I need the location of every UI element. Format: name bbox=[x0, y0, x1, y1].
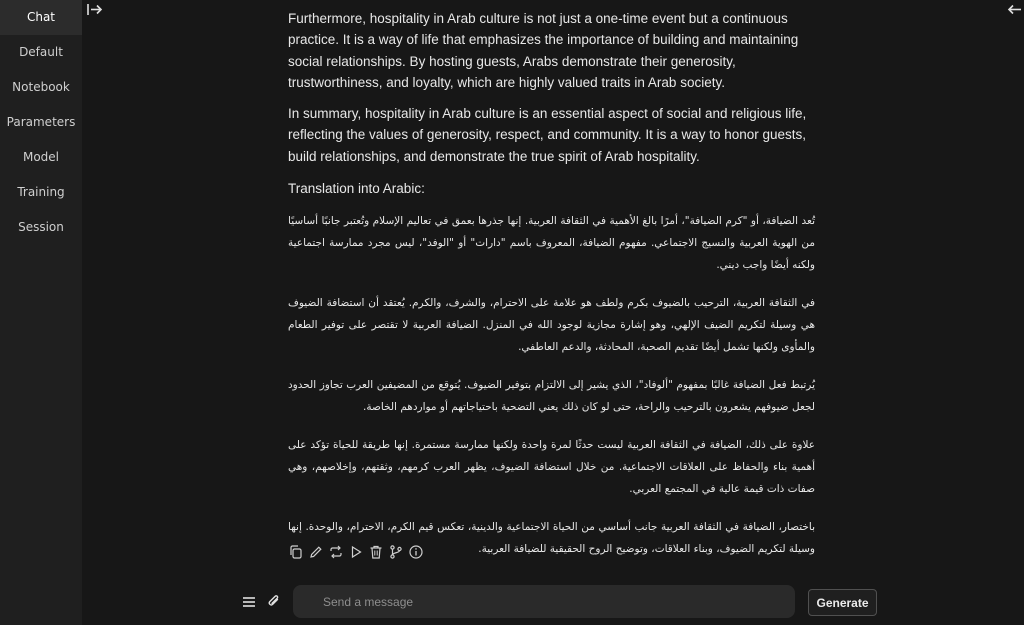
arabic-paragraph: في الثقافة العربية، الترحيب بالضيوف بكرم… bbox=[288, 297, 815, 354]
tab-notebook[interactable]: Notebook bbox=[0, 70, 82, 105]
edit-icon[interactable] bbox=[308, 544, 324, 560]
copy-icon[interactable] bbox=[288, 544, 304, 560]
tab-parameters[interactable]: Parameters bbox=[0, 105, 82, 140]
delete-icon[interactable] bbox=[368, 544, 384, 560]
tab-default[interactable]: Default bbox=[0, 35, 82, 70]
message-input[interactable] bbox=[293, 585, 795, 618]
translation-label: Translation into Arabic: bbox=[288, 181, 425, 197]
tab-session[interactable]: Session bbox=[0, 210, 82, 245]
tab-model[interactable]: Model bbox=[0, 140, 82, 175]
continue-icon[interactable] bbox=[348, 544, 364, 560]
arabic-paragraph: علاوة على ذلك، الضيافة في الثقافة العربي… bbox=[288, 439, 815, 496]
message-paragraph: In summary, hospitality in Arab culture … bbox=[288, 106, 807, 164]
message-actions bbox=[288, 544, 424, 560]
generate-button[interactable]: Generate bbox=[808, 589, 877, 616]
sidebar-nav: Chat Default Notebook Parameters Model T… bbox=[0, 0, 82, 625]
regenerate-icon[interactable] bbox=[328, 544, 344, 560]
branch-icon[interactable] bbox=[388, 544, 404, 560]
message-paragraph: Furthermore, hospitality in Arab culture… bbox=[288, 11, 799, 90]
info-icon[interactable] bbox=[408, 544, 424, 560]
hamburger-icon[interactable] bbox=[241, 594, 257, 610]
arrow-left-icon[interactable] bbox=[1006, 1, 1024, 19]
tab-training[interactable]: Training bbox=[0, 175, 82, 210]
arabic-paragraph: تُعد الضيافة، أو "كرم الضيافة"، أمرًا با… bbox=[288, 215, 815, 272]
paperclip-icon[interactable] bbox=[266, 593, 282, 609]
arabic-paragraph: يُرتبط فعل الضيافة غالبًا بمفهوم "ألوفاد… bbox=[288, 379, 815, 414]
tab-chat[interactable]: Chat bbox=[0, 0, 82, 35]
chat-message: Furthermore, hospitality in Arab culture… bbox=[288, 8, 828, 576]
message-input-box bbox=[293, 585, 795, 618]
arrow-right-to-bar-icon[interactable] bbox=[86, 1, 104, 19]
